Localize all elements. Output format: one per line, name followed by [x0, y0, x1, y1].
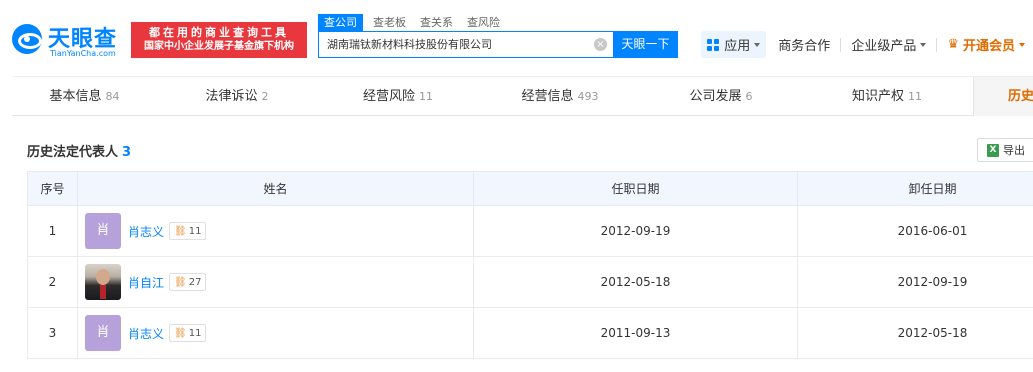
- start-date: 2012-05-18: [473, 256, 798, 308]
- section-title-text: 历史法定代表人: [27, 145, 119, 160]
- related-companies-badge[interactable]: ⛓ 27: [169, 273, 207, 291]
- top-nav: 应用 商务合作 企业级产品 ♛ 开通会员: [701, 31, 1033, 58]
- vip-membership-button[interactable]: ♛ 开通会员: [947, 35, 1025, 54]
- avatar-photo[interactable]: [85, 264, 121, 300]
- apps-menu-button[interactable]: 应用: [701, 31, 767, 58]
- top-header: 天眼查 TianYanCha.com 都在用的商业查询工具 国家中小企业发展子基…: [0, 0, 1033, 72]
- tab-label: 基本信息: [49, 89, 102, 104]
- promo-line-1: 都在用的商业查询工具: [149, 26, 289, 39]
- tab-operating-info[interactable]: 经营信息 493: [479, 77, 641, 116]
- search-tab-relation[interactable]: 查关系: [420, 14, 453, 32]
- search-tab-boss[interactable]: 查老板: [373, 14, 406, 32]
- excel-icon: X: [987, 143, 999, 157]
- header-end-date: 卸任日期: [797, 171, 1033, 206]
- export-label: 导出: [1003, 144, 1025, 157]
- header-name: 姓名: [77, 171, 474, 206]
- search-tab-company[interactable]: 查公司: [318, 14, 363, 32]
- person-name-link[interactable]: 肖志义: [128, 325, 164, 342]
- tab-label: 历史: [1008, 89, 1033, 104]
- chevron-down-icon: [920, 42, 927, 47]
- related-companies-badge[interactable]: ⛓ 11: [169, 222, 207, 240]
- tab-label: 法律诉讼: [205, 89, 258, 104]
- chevron-down-icon: [754, 42, 761, 47]
- person-name-link[interactable]: 肖自江: [128, 274, 164, 291]
- tab-legal[interactable]: 法律诉讼 2: [157, 77, 317, 116]
- section-tabs: 基本信息 84 法律诉讼 2 经营风险 11 经营信息 493 公司发展 6 知识产权 11…: [12, 76, 1033, 116]
- end-date: 2012-09-19: [797, 256, 1033, 308]
- network-icon: ⛓: [174, 225, 187, 237]
- crown-icon: ♛: [947, 37, 959, 52]
- business-cooperation-link[interactable]: 商务合作: [778, 35, 830, 54]
- tab-basic-info[interactable]: 基本信息 84: [12, 77, 157, 116]
- tab-label: 知识产权: [851, 89, 904, 104]
- tab-operating-risk[interactable]: 经营风险 11: [317, 77, 479, 116]
- avatar[interactable]: 肖: [85, 213, 121, 249]
- clear-icon[interactable]: ×: [594, 38, 607, 51]
- badge-count: 11: [188, 225, 202, 237]
- nav-divider: [840, 37, 842, 52]
- search-button[interactable]: 天眼一下: [613, 31, 678, 58]
- enterprise-products-label: 企业级产品: [851, 39, 917, 54]
- person-name-link[interactable]: 肖志义: [128, 223, 164, 240]
- promo-banner[interactable]: 都在用的商业查询工具 国家中小企业发展子基金旗下机构: [131, 22, 307, 58]
- tab-count: 84: [105, 90, 120, 103]
- network-icon: ⛓: [174, 276, 187, 288]
- end-date: 2016-06-01: [797, 205, 1033, 257]
- logo-url: TianYanCha.com: [50, 49, 116, 58]
- tab-history[interactable]: 历史: [973, 77, 1033, 116]
- search-type-tabs: 查公司 查老板 查关系 查风险: [318, 14, 514, 32]
- tab-count: 6: [745, 90, 753, 103]
- eye-logo-icon: [12, 24, 42, 54]
- apps-grid-icon: [707, 38, 720, 51]
- badge-count: 11: [188, 327, 202, 339]
- enterprise-products-menu[interactable]: 企业级产品: [851, 35, 927, 54]
- chevron-down-icon: [1019, 42, 1025, 47]
- search-tab-risk[interactable]: 查风险: [467, 14, 500, 32]
- name-cell: 肖 肖志义 ⛓ 11: [77, 205, 474, 257]
- row-index: 1: [27, 205, 78, 257]
- tab-count: 2: [261, 90, 269, 103]
- tab-company-development[interactable]: 公司发展 6: [641, 77, 801, 116]
- promo-line-2: 国家中小企业发展子基金旗下机构: [144, 41, 294, 52]
- tab-intellectual-property[interactable]: 知识产权 11: [801, 77, 973, 116]
- tab-label: 经营风险: [362, 89, 415, 104]
- table-row: 3 肖 肖志义 ⛓ 11 2011-09-13 2012-05-18: [27, 307, 1033, 359]
- tab-label: 经营信息: [521, 89, 574, 104]
- badge-count: 27: [188, 276, 202, 288]
- header-index: 序号: [27, 171, 78, 206]
- start-date: 2011-09-13: [473, 307, 798, 359]
- apps-label: 应用: [724, 39, 751, 54]
- search-input-value: 湖南瑞钛新材料科技股份有限公司: [327, 38, 492, 51]
- name-cell: 肖自江 ⛓ 27: [77, 256, 474, 308]
- start-date: 2012-09-19: [473, 205, 798, 257]
- section-title: 历史法定代表人 3: [27, 141, 131, 160]
- tab-count: 11: [908, 90, 922, 103]
- section-count: 3: [122, 145, 132, 160]
- tab-label: 公司发展: [689, 89, 742, 104]
- end-date: 2012-05-18: [797, 307, 1033, 359]
- legal-representative-history-table: 序号 姓名 任职日期 卸任日期 1 肖 肖志义 ⛓ 11 2012-09-19 …: [27, 171, 1033, 359]
- vip-label: 开通会员: [962, 39, 1015, 54]
- row-index: 2: [27, 256, 78, 308]
- row-index: 3: [27, 307, 78, 359]
- avatar[interactable]: 肖: [85, 315, 121, 351]
- search-input[interactable]: 湖南瑞钛新材料科技股份有限公司 ×: [318, 31, 613, 58]
- network-icon: ⛓: [174, 327, 187, 339]
- tianyancha-logo[interactable]: 天眼查 TianYanCha.com: [12, 20, 130, 60]
- table-row: 2 肖自江 ⛓ 27 2012-05-18 2012-09-19: [27, 256, 1033, 308]
- name-cell: 肖 肖志义 ⛓ 11: [77, 307, 474, 359]
- search-box: 湖南瑞钛新材料科技股份有限公司 × 天眼一下: [318, 31, 678, 58]
- table-header-row: 序号 姓名 任职日期 卸任日期: [27, 171, 1033, 206]
- header-start-date: 任职日期: [473, 171, 798, 206]
- nav-divider: [936, 37, 938, 52]
- related-companies-badge[interactable]: ⛓ 11: [169, 324, 207, 342]
- export-button[interactable]: X 导出: [977, 138, 1033, 162]
- table-row: 1 肖 肖志义 ⛓ 11 2012-09-19 2016-06-01: [27, 205, 1033, 257]
- tab-count: 493: [577, 90, 599, 103]
- tab-count: 11: [419, 90, 433, 103]
